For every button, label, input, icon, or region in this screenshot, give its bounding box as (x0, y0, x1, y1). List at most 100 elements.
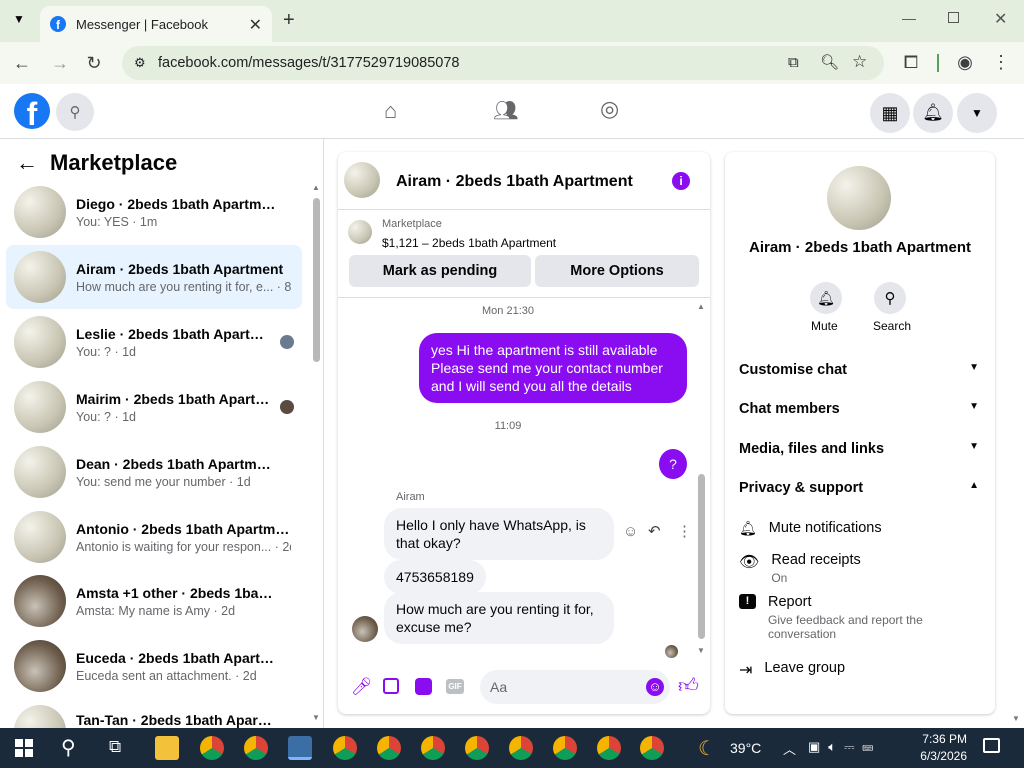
friends-icon[interactable]: 👥︎ (493, 98, 518, 123)
browser-menu-icon[interactable]: ⋮ (989, 52, 1013, 72)
weather-temperature[interactable]: 39°C (730, 740, 761, 756)
section-chat-members[interactable]: Chat members ▼ (739, 401, 979, 417)
new-tab-icon[interactable]: + (283, 9, 295, 32)
extensions-icon[interactable]: ⧠ (899, 52, 923, 72)
site-info-icon[interactable]: ⚙ (134, 55, 146, 71)
more-options-button[interactable]: More Options (535, 255, 699, 287)
incoming-message[interactable]: Hello I only have WhatsApp, is that okay… (384, 508, 614, 560)
chat-title[interactable]: Airam · 2beds 1bath Apartment (396, 173, 633, 191)
menu-grid-icon[interactable]: ▦ (870, 93, 910, 133)
photo-icon[interactable] (383, 678, 399, 694)
microphone-icon[interactable]: 🎤︎ (351, 677, 373, 697)
search-icon[interactable]: ⚲ (56, 93, 94, 131)
account-menu-icon[interactable]: ▼ (957, 93, 997, 133)
scroll-down-arrow[interactable]: ▼ (312, 713, 320, 722)
chrome-icon[interactable] (509, 736, 533, 760)
list-item[interactable]: Mairim · 2beds 1bath Apartm... You: ? · 1… (6, 375, 302, 439)
clock-date[interactable]: 6/3/2026 (907, 749, 967, 763)
section-customise-chat[interactable]: Customise chat ▼ (739, 362, 979, 378)
chat-header: Airam · 2beds 1bath Apartment i (338, 152, 710, 210)
minimize-icon[interactable]: — (902, 10, 916, 26)
list-item[interactable]: Euceda · 2beds 1bath Apartment Euceda sen… (6, 634, 302, 698)
close-window-icon[interactable]: ✕ (994, 9, 1007, 29)
section-label: Customise chat (739, 362, 847, 378)
emoji-icon[interactable]: ☺ (646, 678, 664, 696)
chrome-icon[interactable] (377, 736, 401, 760)
weather-moon-icon[interactable]: ☾ (698, 736, 716, 761)
listing-title[interactable]: $1,121 – 2beds 1bath Apartment (382, 236, 556, 250)
mute-notifications-option[interactable]: 🔔︎ Mute notifications (739, 520, 882, 537)
taskbar-search-icon[interactable]: ⚲ (61, 735, 76, 760)
avatar[interactable] (344, 162, 380, 198)
mark-as-pending-button[interactable]: Mark as pending (349, 255, 531, 287)
mute-label: Mute (811, 319, 838, 333)
scroll-up-arrow[interactable]: ▲ (312, 183, 320, 192)
profile-icon[interactable]: ◉ (953, 52, 977, 72)
read-receipts-option[interactable]: 👁︎ Read receipts On (739, 552, 861, 585)
section-media-files-links[interactable]: Media, files and links ▼ (739, 441, 979, 457)
list-item[interactable]: Amsta +1 other · 2beds 1bath A... Amsta: … (6, 569, 302, 633)
leave-group-option[interactable]: ⇥ Leave group (739, 660, 845, 680)
address-bar[interactable]: ⚙ facebook.com/messages/t/31775297190850… (122, 46, 884, 80)
outgoing-message[interactable]: ? (659, 449, 687, 479)
task-view-icon[interactable]: ⧉ (109, 737, 121, 757)
groups-icon[interactable]: ◎ (600, 96, 619, 122)
search-in-chat-icon[interactable]: ⚲ (874, 282, 906, 314)
chat-scrollbar-thumb[interactable] (698, 474, 705, 639)
info-icon[interactable]: i (672, 172, 690, 190)
chrome-icon[interactable] (465, 736, 489, 760)
react-icon[interactable]: ☺ (623, 523, 638, 540)
chrome-icon[interactable] (640, 736, 664, 760)
bookmark-star-icon[interactable]: ☆ (852, 52, 867, 72)
reload-icon[interactable]: ↻ (82, 53, 106, 73)
mute-icon[interactable]: 🔔︎ (810, 282, 842, 314)
restore-icon[interactable] (948, 12, 959, 23)
forward-icon[interactable]: → (48, 53, 72, 73)
clock-time[interactable]: 7:36 PM (917, 732, 967, 746)
list-scrollbar-thumb[interactable] (313, 198, 320, 362)
list-item[interactable]: Tan-Tan · 2beds 1bath Apartment (6, 699, 302, 728)
windows-start-icon[interactable] (15, 739, 33, 757)
chrome-icon[interactable] (200, 736, 224, 760)
more-actions-icon[interactable]: ⋮ (677, 522, 692, 540)
back-arrow-icon[interactable]: ← (16, 150, 38, 176)
list-item[interactable]: Leslie · 2beds 1bath Apartment You: ? · 1… (6, 310, 302, 374)
incoming-message[interactable]: 4753658189 (384, 560, 486, 594)
browser-tab[interactable]: f Messenger | Facebook ✕ (40, 6, 272, 42)
facebook-logo-icon[interactable]: f (14, 93, 50, 129)
page-scroll-down-arrow[interactable]: ▼ (1012, 714, 1020, 723)
sticker-icon[interactable] (415, 678, 432, 695)
tab-list-dropdown-icon[interactable]: ▼ (8, 12, 30, 32)
zoom-icon[interactable]: 🔍︎ (820, 53, 839, 71)
chat-scroll-up-arrow[interactable]: ▲ (697, 302, 705, 311)
list-item[interactable]: Diego · 2beds 1bath Apartment You: YES · … (6, 180, 302, 244)
show-hidden-icons-icon[interactable]: ︿ (783, 739, 796, 758)
back-icon[interactable]: ← (10, 53, 34, 73)
active-app-icon[interactable] (288, 736, 312, 760)
message-input[interactable]: Aa ☺ (480, 670, 670, 704)
list-item[interactable]: Antonio · 2beds 1bath Apartment Antonio i… (6, 505, 302, 569)
report-option[interactable]: ! Report Give feedback and report the conv… (739, 594, 938, 641)
home-icon[interactable]: ⌂ (384, 98, 397, 124)
close-tab-icon[interactable]: ✕ (249, 15, 262, 35)
chat-scroll-down-arrow[interactable]: ▼ (697, 646, 705, 655)
notification-center-icon[interactable] (983, 738, 1000, 753)
tray-icons[interactable]: ▣🔈︎⎓⌨ (808, 739, 881, 755)
chrome-icon[interactable] (333, 736, 357, 760)
reply-icon[interactable]: ↶ (648, 522, 661, 540)
section-privacy-support[interactable]: Privacy & support ▲ (739, 480, 979, 496)
file-explorer-icon[interactable] (155, 736, 179, 760)
incoming-message[interactable]: How much are you renting it for, excuse … (384, 592, 614, 644)
chrome-icon[interactable] (597, 736, 621, 760)
list-item[interactable]: Airam · 2beds 1bath Apartment How much ar… (6, 245, 302, 309)
chrome-icon[interactable] (421, 736, 445, 760)
notifications-icon[interactable]: 🔔︎ (913, 93, 953, 133)
outgoing-message[interactable]: yes Hi the apartment is still available … (419, 333, 687, 403)
gif-icon[interactable]: GIF (446, 679, 464, 694)
install-app-icon[interactable]: ⧉ (788, 54, 799, 71)
listing-thumbnail[interactable] (348, 220, 372, 244)
chrome-icon[interactable] (244, 736, 268, 760)
chrome-icon[interactable] (553, 736, 577, 760)
like-icon[interactable]: 👍︎ (678, 674, 699, 698)
list-item[interactable]: Dean · 2beds 1bath Apartment You: send me… (6, 440, 302, 504)
